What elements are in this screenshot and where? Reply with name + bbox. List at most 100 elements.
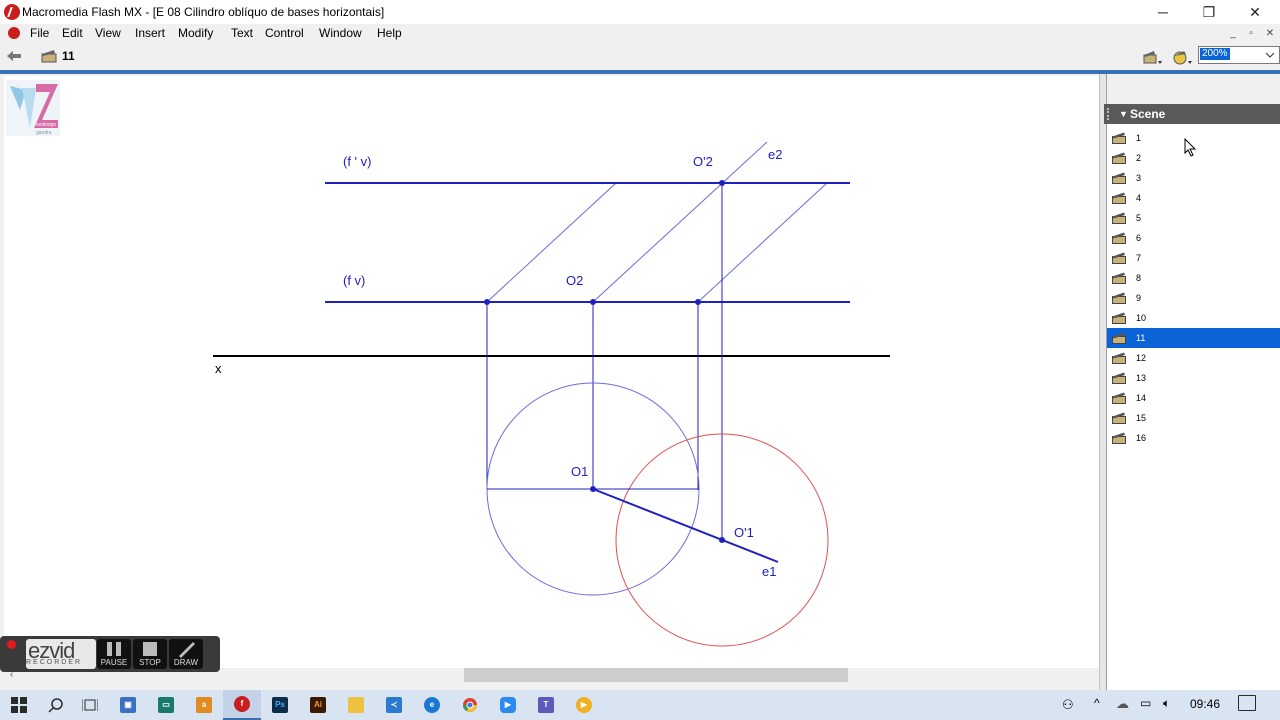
scene-number: 14 xyxy=(1136,393,1147,403)
stage-canvas[interactable]: (f ' v) (f v) O'2 e2 O2 x O1 O'1 e1 xyxy=(4,76,1099,668)
label-e2: e2 xyxy=(768,147,782,162)
scene-number: 4 xyxy=(1136,193,1142,203)
scene-clapper-icon xyxy=(41,50,57,63)
orange-app[interactable]: a xyxy=(185,690,223,720)
illustrator-app[interactable]: Ai xyxy=(299,690,337,720)
store-app[interactable]: ▣ xyxy=(109,690,147,720)
back-arrow-icon[interactable] xyxy=(6,50,22,62)
flash-icon: f xyxy=(234,696,250,712)
menu-control[interactable]: Control xyxy=(263,24,306,43)
scene-item[interactable]: 7 xyxy=(1107,248,1280,268)
zoom-value[interactable]: 200% xyxy=(1200,48,1230,60)
stop-button[interactable]: STOP xyxy=(133,639,167,669)
notification-icon[interactable] xyxy=(1238,695,1256,711)
cloud-icon[interactable]: ☁ xyxy=(1116,696,1129,712)
close-button[interactable]: ✕ xyxy=(1232,0,1278,24)
clock[interactable]: 09:46 xyxy=(1190,697,1220,711)
scene-number: 11 xyxy=(1136,333,1146,343)
scene-item[interactable]: 12 xyxy=(1107,348,1280,368)
label-o1-prime: O'1 xyxy=(734,525,754,540)
doc-minimize-icon[interactable]: _ xyxy=(1226,27,1240,41)
scene-clapper-icon xyxy=(1112,352,1126,364)
menu-modify[interactable]: Modify xyxy=(176,24,215,43)
scene-clapper-icon xyxy=(1112,272,1126,284)
scene-item[interactable]: 8 xyxy=(1107,268,1280,288)
draw-button[interactable]: DRAW xyxy=(169,639,203,669)
edge-app[interactable]: e xyxy=(413,690,451,720)
photoshop-app[interactable]: Ps xyxy=(261,690,299,720)
scene-item[interactable]: 14 xyxy=(1107,388,1280,408)
people-icon[interactable]: ⚇ xyxy=(1062,697,1074,713)
document-icon[interactable] xyxy=(8,27,20,39)
scene-item[interactable]: 11 xyxy=(1107,328,1280,348)
play-icon: ▶ xyxy=(576,697,592,713)
horizontal-scroll-thumb[interactable] xyxy=(464,668,848,682)
menu-help[interactable]: Help xyxy=(375,24,404,43)
point-left xyxy=(484,299,490,305)
scene-number: 8 xyxy=(1136,273,1142,283)
media-app[interactable]: ▶ xyxy=(565,690,603,720)
flash-app-icon[interactable] xyxy=(4,4,20,20)
scene-item[interactable]: 5 xyxy=(1107,208,1280,228)
scene-item[interactable]: 4 xyxy=(1107,188,1280,208)
label-x: x xyxy=(215,361,222,376)
panel-splitter[interactable] xyxy=(1099,74,1107,690)
menu-view[interactable]: View xyxy=(93,24,123,43)
menu-file[interactable]: File xyxy=(28,24,51,43)
label-fv: (f v) xyxy=(343,273,365,288)
zoom-app[interactable]: ▶ xyxy=(489,690,527,720)
point-right xyxy=(695,299,701,305)
volume-icon[interactable]: 🔈︎ xyxy=(1163,696,1170,711)
menu-window[interactable]: Window xyxy=(317,24,364,43)
menu-edit[interactable]: Edit xyxy=(60,24,85,43)
scene-number: 9 xyxy=(1136,293,1142,303)
svg-text:ezdesign: ezdesign xyxy=(36,122,56,128)
vscode-app[interactable]: ≺ xyxy=(375,690,413,720)
edit-symbols-icon[interactable] xyxy=(1170,48,1194,66)
axis-e2 xyxy=(592,141,768,303)
zoom-camera-icon: ▶ xyxy=(500,697,516,713)
scene-number: 10 xyxy=(1136,313,1147,323)
window-title: Macromedia Flash MX - [E 08 Cilindro obl… xyxy=(22,5,385,19)
teams-app[interactable]: T xyxy=(527,690,565,720)
search-button[interactable] xyxy=(37,690,75,720)
chrome-app[interactable] xyxy=(451,690,489,720)
scene-item[interactable]: 6 xyxy=(1107,228,1280,248)
tray-chevron-icon[interactable]: ^ xyxy=(1094,696,1100,710)
minimize-button[interactable]: ─ xyxy=(1140,0,1186,24)
scene-clapper-icon xyxy=(1112,392,1126,404)
restore-button[interactable]: ❐ xyxy=(1186,0,1232,24)
drag-grip-icon[interactable] xyxy=(1107,108,1115,120)
app-window-app[interactable]: ▭ xyxy=(147,690,185,720)
scene-clapper-icon xyxy=(1112,412,1126,424)
scene-number: 1 xyxy=(1136,133,1142,143)
scene-item[interactable]: 3 xyxy=(1107,168,1280,188)
scene-clapper-icon xyxy=(1112,172,1126,184)
battery-icon[interactable]: ▭ xyxy=(1140,696,1151,710)
scene-item[interactable]: 15 xyxy=(1107,408,1280,428)
scene-number: 16 xyxy=(1136,433,1147,443)
doc-restore-icon[interactable]: ▫ xyxy=(1244,27,1258,41)
start-button[interactable] xyxy=(0,690,38,720)
flash-taskbar-app[interactable]: f xyxy=(223,690,261,720)
workspace-separator xyxy=(0,70,1280,74)
pause-button[interactable]: PAUSE xyxy=(97,639,131,669)
scene-item[interactable]: 16 xyxy=(1107,428,1280,448)
file-explorer-app[interactable] xyxy=(337,690,375,720)
edit-scene-icon[interactable] xyxy=(1143,49,1163,65)
collapse-triangle-icon[interactable]: ▼ xyxy=(1119,104,1128,124)
scene-number: 5 xyxy=(1136,213,1142,223)
scene-item[interactable]: 13 xyxy=(1107,368,1280,388)
scene-item[interactable]: 10 xyxy=(1107,308,1280,328)
scene-panel-header[interactable]: ▼ Scene xyxy=(1104,104,1280,124)
scene-list: 1 2 3 4 5 6 7 8 9 10 11 12 13 14 15 16 xyxy=(1107,128,1280,448)
scene-clapper-icon xyxy=(1112,212,1126,224)
mouse-cursor-icon xyxy=(1184,138,1197,157)
menu-text[interactable]: Text xyxy=(229,24,255,43)
label-e1: e1 xyxy=(762,564,776,579)
menu-insert[interactable]: Insert xyxy=(133,24,167,43)
scene-number: 2 xyxy=(1136,153,1142,163)
scene-item[interactable]: 9 xyxy=(1107,288,1280,308)
doc-close-icon[interactable]: ✕ xyxy=(1263,27,1277,41)
task-view-button[interactable] xyxy=(71,690,109,720)
